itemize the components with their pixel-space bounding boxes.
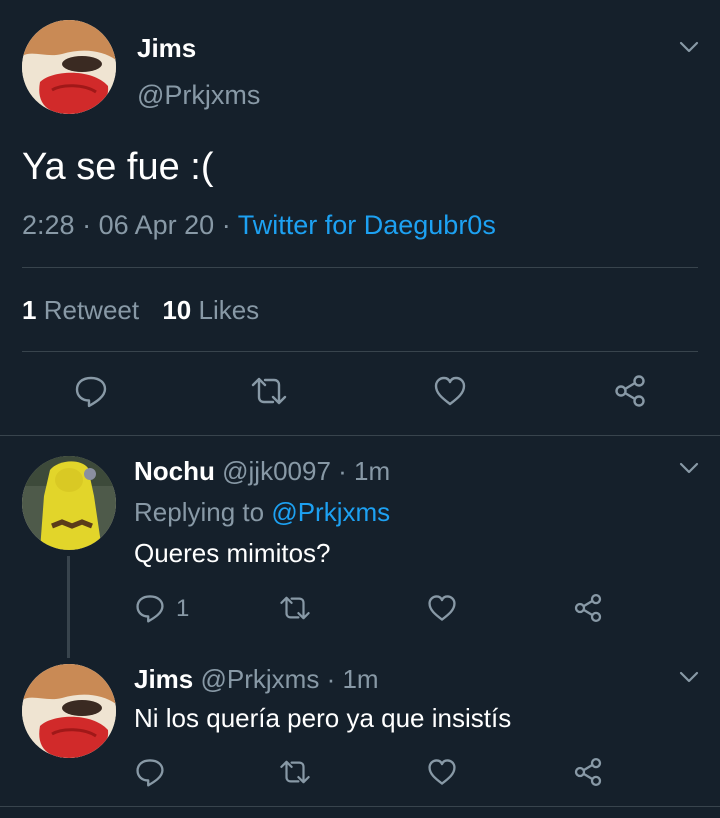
main-tweet-stats: 1 Retweet 10 Likes [22,295,259,326]
thread-line [67,556,70,658]
retweets-stat[interactable]: 1 Retweet [22,295,146,325]
reply-1-text: Queres mimitos? [134,538,331,568]
section-divider [0,806,720,807]
reply-1-like-icon[interactable] [426,592,458,624]
reply-2-text: Ni los quería pero ya que insistís [134,703,512,733]
replying-to-label: Replying to [134,497,265,527]
meta-separator: · [221,210,231,240]
divider [22,267,698,268]
main-tweet-avatar[interactable] [22,20,116,114]
reply-2-retweet-icon[interactable] [278,756,312,788]
main-tweet-date[interactable]: 06 Apr 20 [99,210,215,240]
reply-2-author-name[interactable]: Jims [134,664,193,694]
retweet-count: 1 [22,295,37,325]
reply-2-header: Jims @Prkjxms · 1m [134,664,379,695]
reply-1-time[interactable]: · 1m [338,456,390,486]
main-like-icon[interactable] [432,373,468,409]
reply-1-reply-icon[interactable] [134,592,166,624]
reply-2-reply-icon[interactable] [134,756,166,788]
reply-2-share-icon[interactable] [572,756,604,788]
reply-1-avatar[interactable] [22,456,116,550]
reply-2-author-handle[interactable]: @Prkjxms [201,664,320,694]
reply-1-reply-count: 1 [176,595,190,622]
main-share-icon[interactable] [612,373,648,409]
reply-2-like-icon[interactable] [426,756,458,788]
main-tweet-source-link[interactable]: Twitter for Daegubr0s [238,210,496,240]
reply-2-avatar[interactable] [22,664,116,758]
reply-1-chevron-down-icon[interactable] [678,457,700,479]
main-tweet-author-handle[interactable]: @Prkjxms [137,80,260,111]
replying-to-handle[interactable]: @Prkjxms [271,497,390,527]
main-tweet-meta: 2:28 · 06 Apr 20 · Twitter for Daegubr0s [22,210,496,241]
retweet-label: Retweet [43,295,140,325]
main-reply-icon[interactable] [73,373,109,409]
reply-1-author-handle[interactable]: @jjk0097 [222,456,331,486]
main-tweet-text: Ya se fue :( [22,146,214,188]
reply-1-author-name[interactable]: Nochu [134,456,215,486]
reply-2-time[interactable]: · 1m [327,664,379,694]
reply-2-chevron-down-icon[interactable] [678,666,700,688]
main-retweet-icon[interactable] [249,373,289,409]
main-tweet-author-name[interactable]: Jims [137,33,196,64]
meta-separator: · [82,210,92,240]
reply-1-retweet-icon[interactable] [278,592,312,624]
likes-count: 10 [162,295,192,325]
reply-1-header: Nochu @jjk0097 · 1m [134,456,390,487]
main-tweet-chevron-down-icon[interactable] [678,36,700,58]
likes-stat[interactable]: 10 Likes [162,295,259,325]
reply-1-share-icon[interactable] [572,592,604,624]
likes-label: Likes [198,295,260,325]
section-divider [0,435,720,436]
divider [22,351,698,352]
reply-1-replying-to: Replying to @Prkjxms [134,497,390,528]
main-tweet-time[interactable]: 2:28 [22,210,75,240]
